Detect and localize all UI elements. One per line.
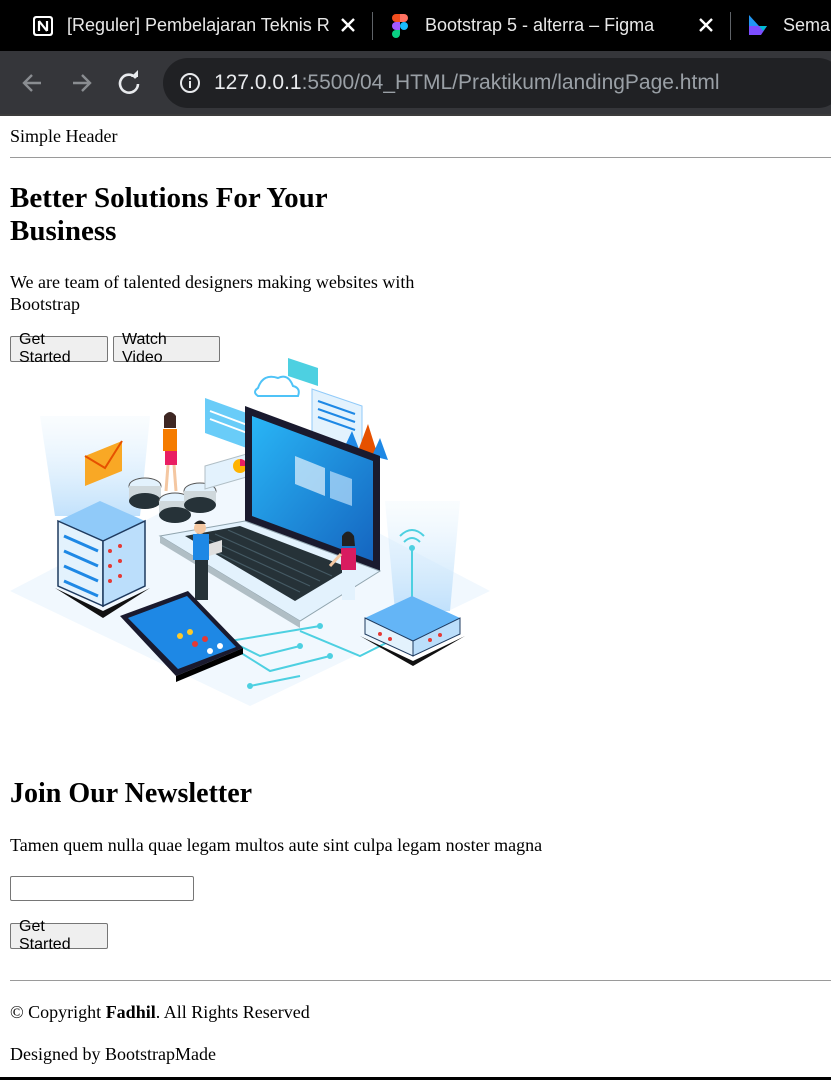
tab-title: Semar	[783, 15, 831, 35]
page-content: Simple Header Better Solutions For Your …	[0, 116, 831, 1080]
site-info-icon[interactable]	[179, 72, 201, 94]
footer-divider	[10, 980, 831, 981]
url-text[interactable]: 127.0.0.1:5500/04_HTML/Praktikum/landing…	[214, 71, 719, 95]
copyright-text: © Copyright Fadhil. All Rights Reserved	[10, 1001, 310, 1023]
app-logo-icon	[745, 13, 771, 39]
copyright-prefix: © Copyright	[10, 1002, 106, 1022]
tab-title: Bootstrap 5 - alterra – Figma	[425, 15, 655, 35]
close-icon[interactable]	[337, 14, 359, 36]
newsletter-get-started-button[interactable]: Get Started	[10, 918, 108, 953]
copyright-name: Fadhil	[105, 1002, 156, 1022]
hero-description: We are team of talented designers making…	[10, 272, 415, 314]
header-divider	[10, 157, 831, 158]
tab-third[interactable]: Semar	[731, 0, 831, 51]
copyright-suffix: . All Rights Reserved	[155, 1002, 310, 1022]
hero-title: Better Solutions For Your Business	[10, 182, 328, 247]
url-path: :5500/04_HTML/Praktikum/landingPage.html	[301, 71, 720, 94]
forward-arrow-icon[interactable]	[67, 69, 95, 97]
figma-icon	[390, 13, 410, 39]
tab-strip: [Reguler] Pembelajaran Teknis Re Bootstr…	[0, 0, 831, 51]
reload-icon[interactable]	[115, 69, 143, 97]
address-bar[interactable]: 127.0.0.1:5500/04_HTML/Praktikum/landing…	[163, 58, 831, 108]
tab-title: [Reguler] Pembelajaran Teknis Re	[67, 15, 329, 35]
newsletter-email-input[interactable]	[10, 876, 194, 901]
back-arrow-icon[interactable]	[19, 69, 47, 97]
newsletter-title: Join Our Newsletter	[10, 778, 253, 809]
designed-by-text: Designed by BootstrapMade	[10, 1044, 216, 1064]
close-icon[interactable]	[695, 14, 717, 36]
browser-toolbar: 127.0.0.1:5500/04_HTML/Praktikum/landing…	[0, 51, 831, 114]
newsletter-description: Tamen quem nulla quae legam multos aute …	[10, 835, 543, 855]
hero-illustration	[0, 356, 500, 706]
notion-icon	[32, 15, 54, 37]
tab-notion[interactable]: [Reguler] Pembelajaran Teknis Re	[0, 0, 372, 51]
tab-figma[interactable]: Bootstrap 5 - alterra – Figma	[373, 0, 730, 51]
simple-header: Simple Header	[10, 126, 118, 146]
url-host: 127.0.0.1	[214, 71, 302, 94]
